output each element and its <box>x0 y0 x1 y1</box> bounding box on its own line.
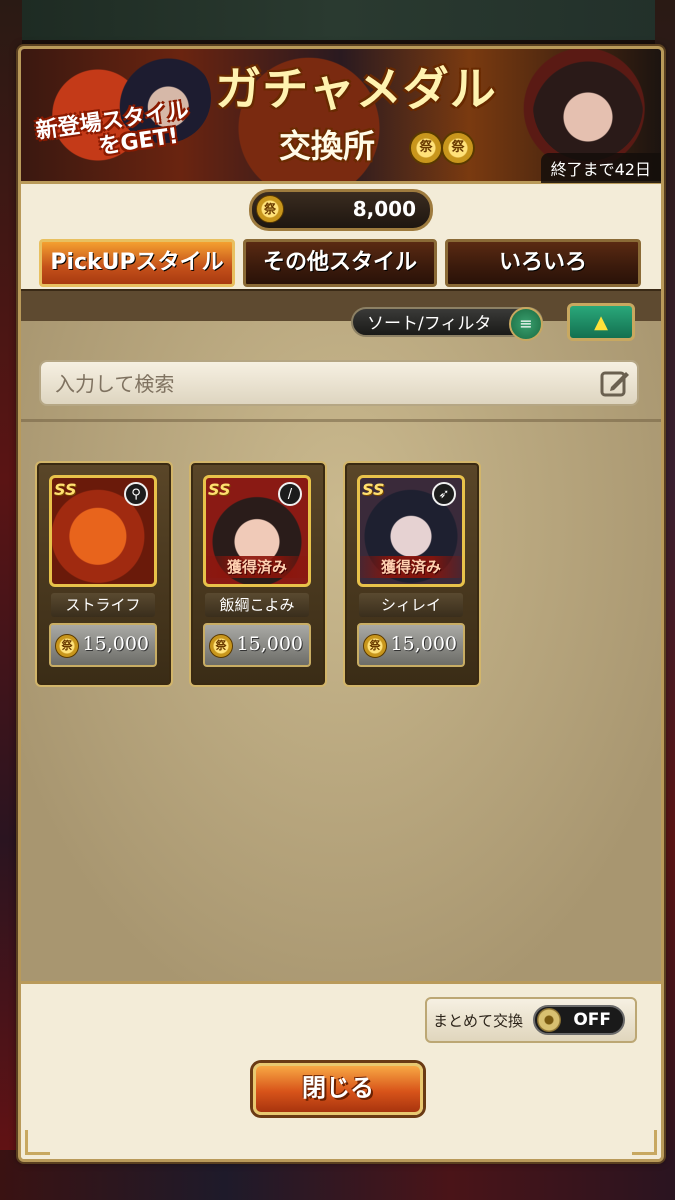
style-card[interactable]: SS ⚲ ストライフ 祭 15,000 <box>35 461 173 687</box>
rank-badge: SS <box>362 480 385 499</box>
event-banner: ガチャメダル 交換所 祭 祭 新登場スタイル をGET! 終了まで42日 <box>21 49 661 184</box>
medal-balance: 祭 8,000 <box>249 189 433 231</box>
collapse-search-button[interactable]: ▲ <box>567 303 635 341</box>
search-box <box>39 360 639 406</box>
character-name: シィレイ <box>359 593 463 617</box>
bulk-exchange-control: まとめて交換 OFF <box>425 997 637 1043</box>
festival-medal-icon: 祭 <box>256 195 284 223</box>
price-value: 15,000 <box>236 633 303 655</box>
search-input[interactable] <box>53 370 587 398</box>
event-countdown: 終了まで42日 <box>540 153 661 183</box>
rank-badge: SS <box>208 480 231 499</box>
character-portrait: SS ➶ 獲得済み <box>357 475 465 587</box>
style-card[interactable]: SS ➶ 獲得済み シィレイ 祭 15,000 <box>343 461 481 687</box>
close-button[interactable]: 閉じる <box>253 1063 423 1115</box>
sort-filter-label: ソート/フィルタ <box>367 314 492 334</box>
bulk-exchange-label: まとめて交換 <box>433 1012 524 1030</box>
sword-icon: / <box>278 482 302 506</box>
character-portrait: SS ⚲ <box>49 475 157 587</box>
banner-promo-text: 新登場スタイル をGET! <box>34 94 230 168</box>
staff-icon: ⚲ <box>124 482 148 506</box>
medal-balance-amount: 8,000 <box>352 197 416 221</box>
sort-filter-button[interactable]: ソート/フィルタ ≡ <box>351 307 543 341</box>
toggle-knob <box>537 1008 561 1032</box>
price-value: 15,000 <box>390 633 457 655</box>
banner-title: ガチャメダル <box>215 62 497 116</box>
menu-icon: ≡ <box>509 307 543 341</box>
bulk-exchange-toggle[interactable]: OFF <box>533 1005 625 1035</box>
price-tag: 祭 15,000 <box>203 623 311 667</box>
character-name: ストライフ <box>51 593 155 617</box>
character-name: 飯綱こよみ <box>205 593 309 617</box>
price-tag: 祭 15,000 <box>49 623 157 667</box>
bow-icon: ➶ <box>432 482 456 506</box>
festival-medal-icon: 祭 <box>55 634 79 658</box>
rank-badge: SS <box>54 480 77 499</box>
tab-pickup-style[interactable]: PickUPスタイル <box>39 239 235 287</box>
price-tag: 祭 15,000 <box>357 623 465 667</box>
tab-misc[interactable]: いろいろ <box>445 239 641 287</box>
frame-ornament <box>632 1130 657 1155</box>
background-top <box>0 0 675 40</box>
festival-medal-icon: 祭 <box>441 131 475 165</box>
frame-ornament <box>25 1130 50 1155</box>
tab-other-style[interactable]: その他スタイル <box>243 239 437 287</box>
banner-subtitle: 交換所 <box>279 127 376 165</box>
price-value: 15,000 <box>82 633 149 655</box>
character-portrait: SS / 獲得済み <box>203 475 311 587</box>
exchange-dialog: ガチャメダル 交換所 祭 祭 新登場スタイル をGET! 終了まで42日 祭 8… <box>18 46 664 1162</box>
festival-medal-icon: 祭 <box>409 131 443 165</box>
festival-medal-icon: 祭 <box>209 634 233 658</box>
toggle-state: OFF <box>573 1010 611 1030</box>
edit-icon[interactable] <box>599 368 631 398</box>
festival-medal-icon: 祭 <box>363 634 387 658</box>
banner-character-right <box>533 51 643 161</box>
style-card[interactable]: SS / 獲得済み 飯綱こよみ 祭 15,000 <box>189 461 327 687</box>
obtained-badge: 獲得済み <box>206 556 308 578</box>
tab-underline-bar <box>21 289 661 323</box>
obtained-badge: 獲得済み <box>360 556 462 578</box>
divider <box>21 419 661 422</box>
